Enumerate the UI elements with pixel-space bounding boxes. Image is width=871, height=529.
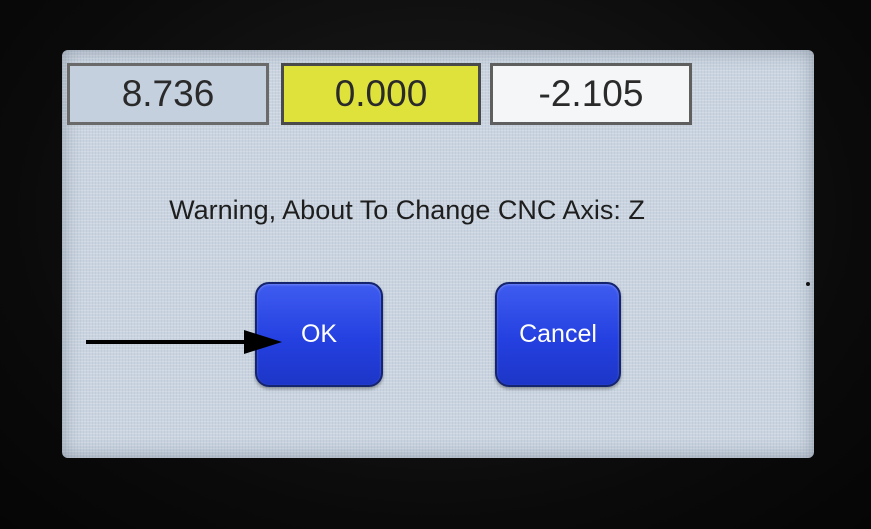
y-coordinate-value: 0.000 [334,73,428,114]
arrow-annotation-icon [86,330,282,354]
ok-button-label: OK [300,320,338,348]
z-coordinate-value: -2.105 [538,73,644,114]
z-coordinate-display: -2.105 [490,63,692,125]
cancel-button[interactable]: Cancel [495,282,621,387]
cancel-button-label: Cancel [519,320,597,348]
x-coordinate-display: 8.736 [67,63,269,125]
x-coordinate-value: 8.736 [121,73,215,114]
warning-message: Warning, About To Change CNC Axis: Z [169,195,645,225]
touch-screen: 8.736 0.000 -2.105 Warning, About To Cha… [62,50,814,458]
screen-speck [806,282,810,286]
y-coordinate-display: 0.000 [281,63,481,125]
